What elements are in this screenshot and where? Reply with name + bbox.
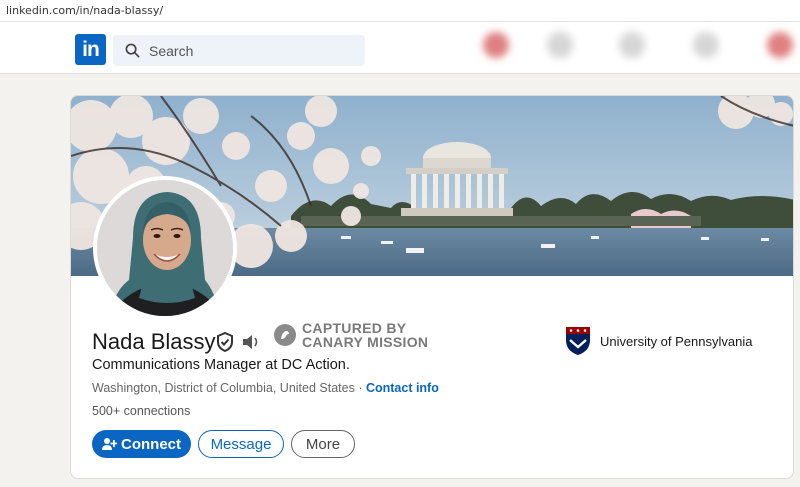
education-entry[interactable]: University of Pennsylvania [565, 326, 752, 356]
nav-blurred-icon[interactable] [693, 32, 719, 58]
education-name: University of Pennsylvania [600, 333, 753, 349]
pronunciation-speaker-icon[interactable] [241, 333, 261, 351]
canary-mission-icon [274, 324, 296, 346]
blurred-nav-icons [455, 22, 800, 74]
connect-plus-icon [102, 438, 117, 450]
profile-card: Nada Blassy CAPTURED BY CANARY MISSION C… [70, 95, 794, 479]
nav-blurred-icon[interactable] [547, 32, 573, 58]
canary-mission-watermark: CAPTURED BY CANARY MISSION [302, 321, 428, 349]
more-button[interactable]: More [291, 430, 355, 458]
search-icon [125, 43, 140, 58]
contact-info-link[interactable]: Contact info [366, 381, 439, 395]
message-button[interactable]: Message [198, 430, 284, 458]
top-navbar: in Search [0, 22, 800, 74]
location-text: Washington, District of Columbia, United… [92, 381, 355, 395]
profile-headline: Communications Manager at DC Action. [92, 357, 350, 373]
connect-label: Connect [121, 435, 181, 453]
profile-location: Washington, District of Columbia, United… [92, 381, 439, 395]
browser-url-bar[interactable]: linkedin.com/in/nada-blassy/ [0, 0, 800, 22]
location-separator: · [354, 381, 366, 395]
canary-mission-text: CANARY MISSION [302, 334, 429, 350]
captured-by-text: CAPTURED BY [302, 320, 407, 336]
url-text[interactable]: linkedin.com/in/nada-blassy/ [6, 4, 163, 17]
university-crest-icon [566, 327, 590, 355]
nav-blurred-icon[interactable] [619, 32, 645, 58]
profile-avatar[interactable] [93, 176, 237, 320]
connect-button[interactable]: Connect [92, 430, 191, 458]
search-bar[interactable]: Search [113, 35, 365, 66]
verified-shield-icon[interactable] [216, 332, 234, 352]
linkedin-logo-icon[interactable]: in [75, 34, 106, 65]
search-input[interactable]: Search [149, 43, 193, 59]
nav-blurred-icon[interactable] [483, 32, 509, 58]
profile-name: Nada Blassy [92, 329, 216, 354]
nav-blurred-icon[interactable] [767, 32, 793, 58]
connections-count[interactable]: 500+ connections [92, 404, 190, 418]
